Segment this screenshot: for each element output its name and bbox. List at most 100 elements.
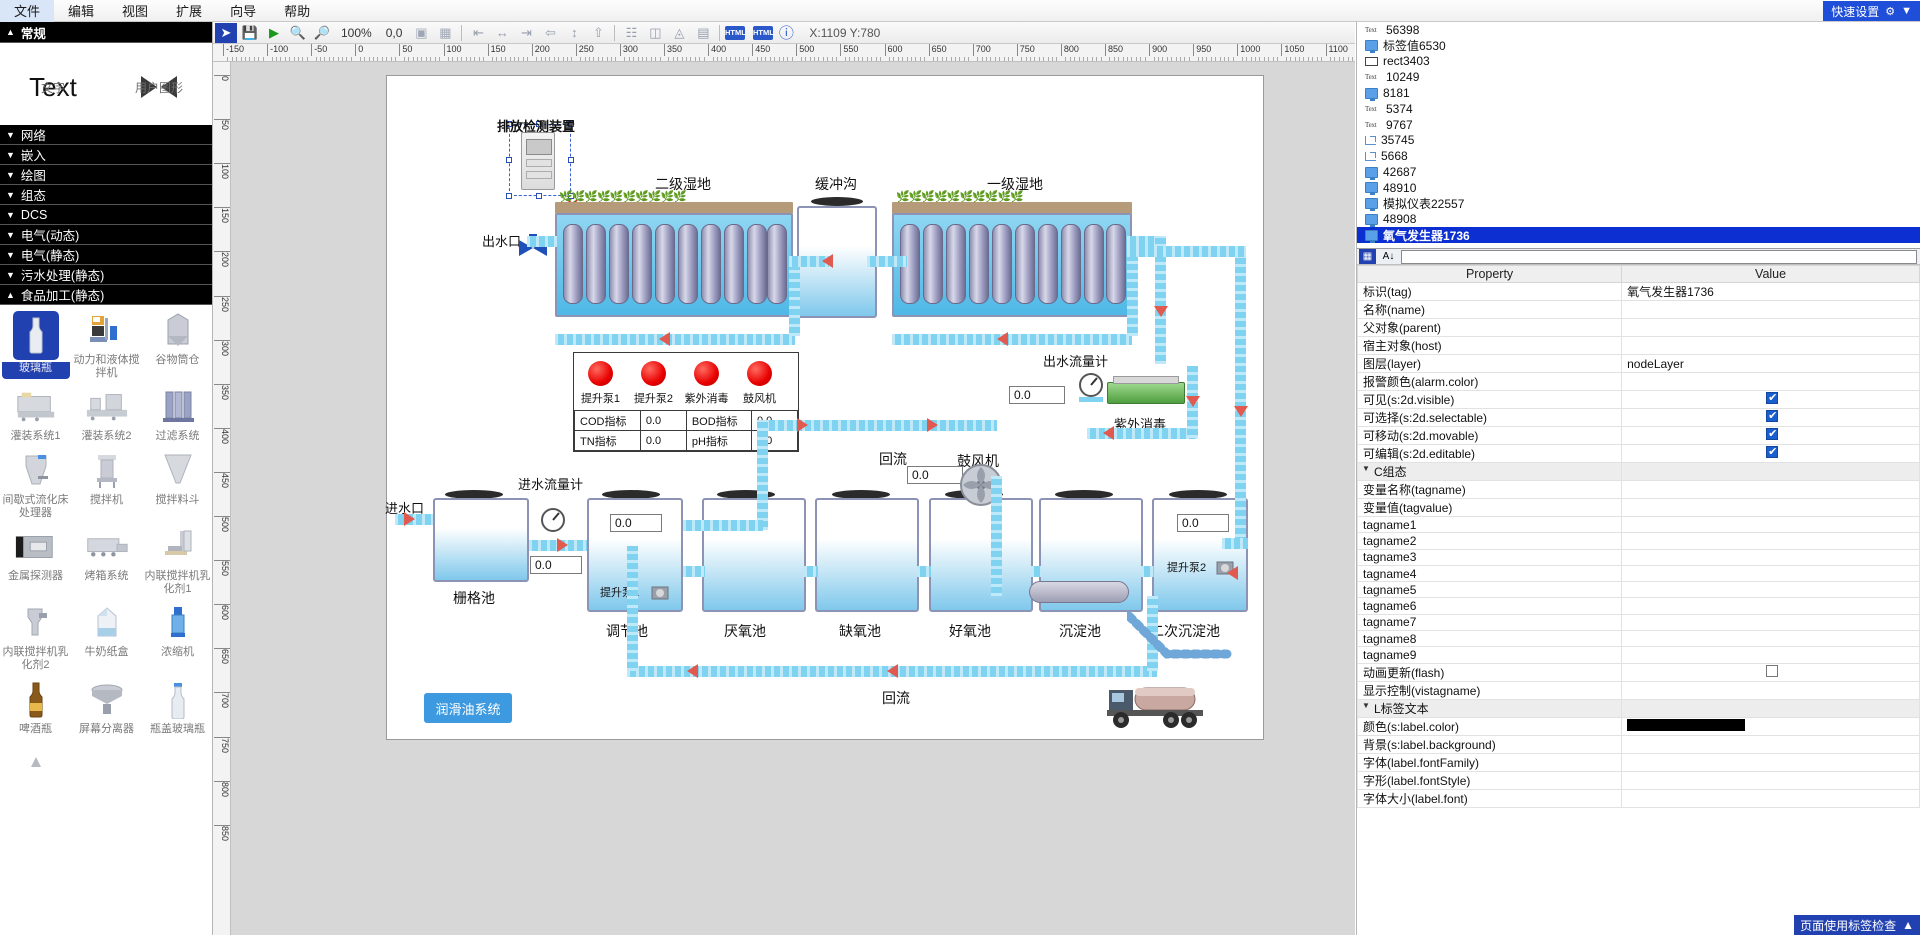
menu-item-wizard[interactable]: 向导 <box>216 0 270 22</box>
info-icon[interactable]: ⓘ <box>775 23 797 43</box>
same-height-button[interactable]: ◬ <box>668 23 690 43</box>
group-button[interactable]: ▣ <box>410 23 432 43</box>
distribute-h-button[interactable]: ☷ <box>620 23 642 43</box>
selection-handle[interactable] <box>506 193 512 199</box>
lamp-cell[interactable]: 提升泵2 <box>627 353 680 410</box>
menu-item-help[interactable]: 帮助 <box>270 0 324 22</box>
palette-item-milk-carton[interactable]: 牛奶纸盒 <box>71 597 142 673</box>
uv-disinfect-device[interactable] <box>1107 376 1185 410</box>
property-value[interactable]: 氧气发生器1736 <box>1621 282 1920 301</box>
checkbox-checked[interactable] <box>1766 410 1779 422</box>
property-value[interactable] <box>1621 662 1920 682</box>
categorize-icon[interactable]: ▦ <box>1359 249 1376 264</box>
tree-node[interactable]: 模拟仪表22557 <box>1357 196 1920 212</box>
lamp-cell[interactable]: 提升泵1 <box>574 353 627 410</box>
html-export-button[interactable]: HTML <box>725 25 746 40</box>
property-value[interactable] <box>1621 336 1920 355</box>
status-bar[interactable]: 页面使用标签检查 ▲ <box>1794 915 1920 935</box>
palette-item-filling-system-1[interactable]: 灌装系统1 <box>0 381 71 445</box>
anaerobic-tank[interactable] <box>702 498 806 612</box>
tree-node[interactable]: 48910 <box>1357 180 1920 196</box>
property-value[interactable] <box>1621 646 1920 664</box>
palette-item-capped-glass-bottle[interactable]: 瓶盖玻璃瓶 <box>142 674 212 738</box>
palette-item-concentrator[interactable]: 浓缩机 <box>142 597 212 673</box>
lift-pump-1-value[interactable]: 0.0 <box>610 514 662 532</box>
palette-item-batch-fluid-bed[interactable]: 间歇式流化床处理器 <box>0 445 71 521</box>
palette-item-mixer[interactable]: 搅拌机 <box>71 445 142 521</box>
checkbox-checked[interactable] <box>1766 428 1779 440</box>
tree-node[interactable]: rect3403 <box>1357 54 1920 70</box>
diagram-page[interactable]: 排放检测装置 ✕ 出水口 二级湿地 🌿🌿🌿🌿🌿🌿🌿🌿🌿🌿 <box>385 75 1264 740</box>
save-button[interactable]: 💾 <box>239 23 261 43</box>
group-header-embed[interactable]: ▼ 嵌入 <box>0 145 212 165</box>
tanker-truck-icon[interactable] <box>1105 674 1215 736</box>
property-value[interactable] <box>1621 318 1920 337</box>
selection-handle[interactable] <box>536 193 542 199</box>
zoom-in-button[interactable]: 🔍 <box>287 23 309 43</box>
lamp-cell[interactable]: 紫外消毒 <box>680 353 733 410</box>
property-value[interactable] <box>1621 426 1920 445</box>
run-button[interactable]: ▶ <box>263 23 285 43</box>
property-value[interactable] <box>1621 680 1920 700</box>
lamp-cell[interactable]: 鼓风机 <box>733 353 786 410</box>
align-bottom-button[interactable]: ⇧ <box>587 23 609 43</box>
same-size-button[interactable]: ▤ <box>692 23 714 43</box>
property-value[interactable] <box>1621 390 1920 409</box>
palette-item-filter-system[interactable]: 过滤系统 <box>142 381 212 445</box>
lube-system-button[interactable]: 润滑油系统 <box>424 693 512 723</box>
tree-node[interactable]: 5668 <box>1357 148 1920 164</box>
property-value[interactable] <box>1621 613 1920 632</box>
aerobic-tank[interactable] <box>929 498 1033 612</box>
palette-item-grain-silo[interactable]: 谷物筒仓 <box>142 305 212 381</box>
tree-node[interactable]: 48908 <box>1357 212 1920 228</box>
palette-item-oven-system[interactable]: 烤箱系统 <box>71 521 142 597</box>
group-header-electric-dynamic[interactable]: ▼ 电气(动态) <box>0 225 212 245</box>
property-value[interactable] <box>1621 564 1920 583</box>
same-width-button[interactable]: ◫ <box>644 23 666 43</box>
palette-item-extra-1[interactable] <box>0 737 71 785</box>
outflow-meter-value[interactable]: 0.0 <box>1009 386 1065 404</box>
group-header-draw[interactable]: ▼ 绘图 <box>0 165 212 185</box>
zoom-level-label[interactable]: 100% <box>335 26 378 40</box>
tree-node[interactable]: 标签值6530 <box>1357 38 1920 54</box>
indicator-value[interactable]: 0.0 <box>639 430 687 451</box>
menu-item-extend[interactable]: 扩展 <box>162 0 216 22</box>
zoom-out-button[interactable]: 🔍 <box>311 23 333 43</box>
align-left-button[interactable]: ⇤ <box>467 23 489 43</box>
align-right-button[interactable]: ⇥ <box>515 23 537 43</box>
align-center-v-button[interactable]: ↕ <box>563 23 585 43</box>
property-value[interactable] <box>1621 752 1920 772</box>
discharge-monitor-device[interactable] <box>521 132 555 190</box>
property-value[interactable] <box>1621 788 1920 808</box>
property-value[interactable] <box>1621 498 1920 517</box>
property-value[interactable] <box>1621 408 1920 427</box>
property-value[interactable] <box>1621 515 1920 534</box>
align-center-h-button[interactable]: ↔ <box>491 23 513 43</box>
property-value[interactable] <box>1621 630 1920 648</box>
ungroup-button[interactable]: ▦ <box>434 23 456 43</box>
group-header-electric-static[interactable]: ▼ 电气(静态) <box>0 245 212 265</box>
chevron-up-icon[interactable]: ▲ <box>1902 918 1914 932</box>
group-header-config[interactable]: ▼ 组态 <box>0 185 212 205</box>
palette-item-inline-mixer-emulsifier-2[interactable]: 内联搅拌机乳化剂2 <box>0 597 71 673</box>
quick-settings-button[interactable]: 快速设置 ⚙ ▼ <box>1823 1 1920 21</box>
property-value[interactable] <box>1621 444 1920 463</box>
checkbox-checked[interactable] <box>1766 392 1779 404</box>
checkbox-checked[interactable] <box>1766 446 1779 458</box>
palette-item-screen-separator[interactable]: 屏幕分离器 <box>71 674 142 738</box>
palette-item-beer-bottle[interactable]: 啤酒瓶 <box>0 674 71 738</box>
group-header-network[interactable]: ▼ 网络 <box>0 125 212 145</box>
tree-node[interactable]: 8181 <box>1357 85 1920 101</box>
property-value[interactable] <box>1621 597 1920 615</box>
checkbox-unchecked[interactable] <box>1766 664 1779 677</box>
property-value[interactable] <box>1621 581 1920 599</box>
group-header-dcs[interactable]: ▼ DCS <box>0 205 212 225</box>
tree-node[interactable]: Text 56398 <box>1357 22 1920 38</box>
sort-az-icon[interactable]: A↓ <box>1380 249 1397 264</box>
menu-item-file[interactable]: 文件 <box>0 0 55 22</box>
palette-item-user-shape[interactable]: 用户图形 <box>106 43 212 125</box>
palette-item-glass-bottle[interactable]: 玻璃瓶 <box>0 305 71 381</box>
property-group-label[interactable]: L标签文本 <box>1357 698 1623 718</box>
property-value[interactable] <box>1621 300 1920 319</box>
blower-value[interactable]: 0.0 <box>907 466 963 484</box>
